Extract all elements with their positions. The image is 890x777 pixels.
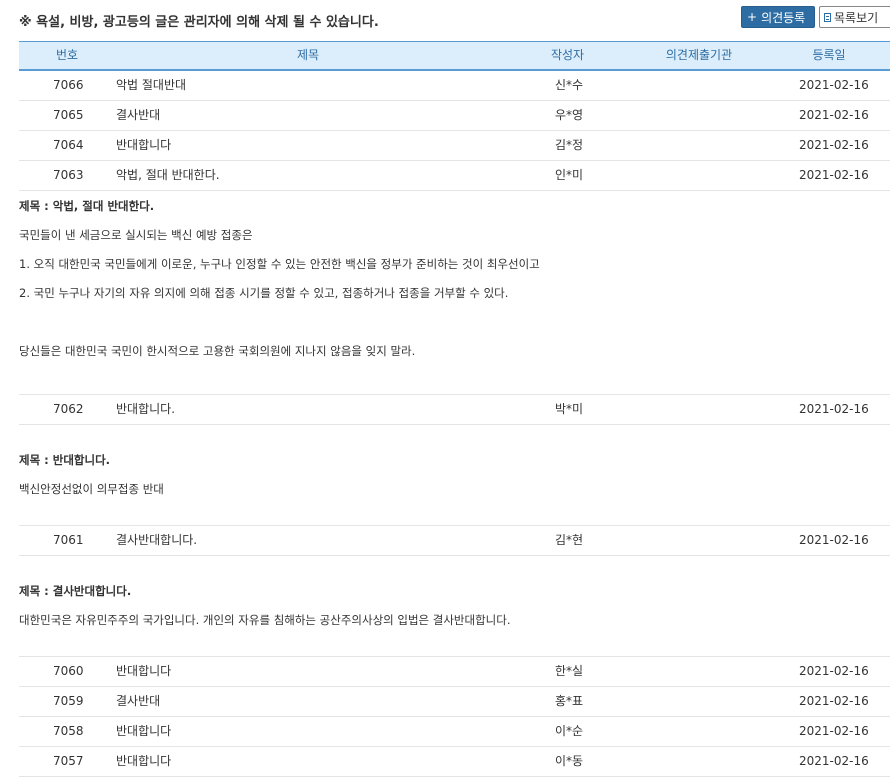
table-row[interactable]: 7058 반대합니다 이*순 2021-02-16 [19,717,890,747]
row-writer: 박*미 [555,402,584,416]
column-header-org: 의견제출기관 [665,48,733,62]
detail-line: 대한민국은 자유민주주의 국가입니다. 개인의 자유를 침해하는 공산주의사상의… [19,613,511,627]
row-title[interactable]: 반대합니다 [116,131,171,160]
table-row[interactable]: 7061 결사반대합니다. 김*현 2021-02-16 [19,526,890,556]
document-icon [824,12,831,22]
detail-line: 2. 국민 누구나 자기의 자유 의지에 의해 접종 시기를 정할 수 있고, … [19,286,509,300]
row-title[interactable]: 결사반대 [116,101,160,130]
opinion-board: 번호 제목 작성자 의견제출기관 등록일 7066 악법 절대반대 신*수 20… [19,41,890,777]
row-writer: 김*정 [555,138,584,152]
table-row[interactable]: 7063 악법, 절대 반대한다. 인*미 2021-02-16 [19,161,890,191]
row-writer: 이*동 [555,754,584,768]
table-row[interactable]: 7057 반대합니다 이*동 2021-02-16 [19,747,890,777]
detail-title: 제목 : 결사반대합니다. [19,584,132,598]
row-no: 7058 [53,724,84,738]
row-no: 7066 [53,78,84,92]
row-date: 2021-02-16 [799,78,869,92]
row-no: 7062 [53,402,84,416]
row-title[interactable]: 악법, 절대 반대한다. [116,161,220,190]
detail-line: 백신안정선없이 의무접종 반대 [19,482,164,496]
row-title[interactable]: 반대합니다 [116,717,171,746]
row-writer: 우*영 [555,108,584,122]
column-header-no: 번호 [55,48,79,62]
row-date: 2021-02-16 [799,108,869,122]
detail-line: 국민들이 낸 세금으로 실시되는 백신 예방 접종은 [19,228,253,242]
table-row[interactable]: 7066 악법 절대반대 신*수 2021-02-16 [19,71,890,101]
register-opinion-label: 의견등록 [761,10,806,25]
row-no: 7065 [53,108,84,122]
row-date: 2021-02-16 [799,754,869,768]
row-title[interactable]: 반대합니다. [116,395,175,424]
row-no: 7059 [53,694,84,708]
table-row[interactable]: 7064 반대합니다 김*정 2021-02-16 [19,131,890,161]
row-writer: 김*현 [555,533,584,547]
table-row[interactable]: 7060 반대합니다 한*실 2021-02-16 [19,657,890,687]
row-title[interactable]: 결사반대합니다. [116,526,197,555]
table-row[interactable]: 7065 결사반대 우*영 2021-02-16 [19,101,890,131]
row-no: 7061 [53,533,84,547]
detail-title: 제목 : 반대합니다. [19,453,111,467]
view-list-button[interactable]: 목록보기 [819,6,890,28]
detail-title: 제목 : 악법, 절대 반대한다. [19,199,155,213]
detail-line: 당신들은 대한민국 국민이 한시적으로 고용한 국회의원에 지나지 않음을 잊지… [19,344,416,358]
opinion-detail: 제목 : 반대합니다. 백신안정선없이 의무접종 반대 [19,425,890,526]
row-writer: 한*실 [555,664,584,678]
opinion-detail: 제목 : 결사반대합니다. 대한민국은 자유민주주의 국가입니다. 개인의 자유… [19,556,890,657]
row-date: 2021-02-16 [799,664,869,678]
row-no: 7057 [53,754,84,768]
row-title[interactable]: 반대합니다 [116,657,171,686]
row-writer: 인*미 [555,168,584,182]
row-no: 7063 [53,168,84,182]
register-opinion-button[interactable]: + 의견등록 [741,6,815,28]
view-list-label: 목록보기 [834,10,879,25]
row-date: 2021-02-16 [799,402,869,416]
row-date: 2021-02-16 [799,533,869,547]
row-writer: 신*수 [555,78,584,92]
row-writer: 홍*표 [555,694,584,708]
notice-text: ※ 욕설, 비방, 광고등의 글은 관리자에 의해 삭제 될 수 있습니다. [19,15,379,30]
row-title[interactable]: 반대합니다 [116,747,171,776]
row-date: 2021-02-16 [799,138,869,152]
table-row[interactable]: 7062 반대합니다. 박*미 2021-02-16 [19,395,890,425]
detail-line: 1. 오직 대한민국 국민들에게 이로운, 누구나 인정할 수 있는 안전한 백… [19,257,540,271]
row-no: 7064 [53,138,84,152]
row-date: 2021-02-16 [799,168,869,182]
column-header-date: 등록일 [812,48,846,62]
table-header: 번호 제목 작성자 의견제출기관 등록일 [19,41,890,71]
column-header-writer: 작성자 [550,48,585,62]
row-title[interactable]: 악법 절대반대 [116,71,186,100]
row-writer: 이*순 [555,724,584,738]
row-date: 2021-02-16 [799,724,869,738]
row-date: 2021-02-16 [799,694,869,708]
table-row[interactable]: 7059 결사반대 홍*표 2021-02-16 [19,687,890,717]
row-title[interactable]: 결사반대 [116,687,160,716]
plus-icon: + [747,10,758,24]
row-no: 7060 [53,664,84,678]
column-header-title: 제목 [296,48,320,62]
opinion-detail: 제목 : 악법, 절대 반대한다. 국민들이 낸 세금으로 실시되는 백신 예방… [19,191,890,395]
